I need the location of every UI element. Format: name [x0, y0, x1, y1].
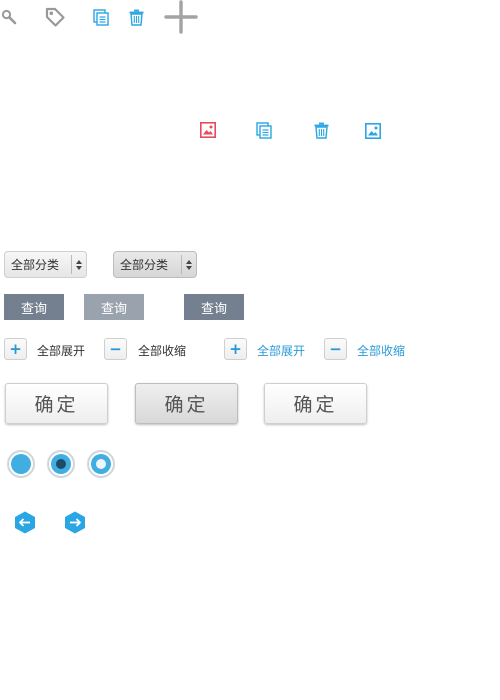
copy-icon[interactable] [92, 3, 110, 31]
copy-icon[interactable] [256, 122, 273, 139]
category-select-label: 全部分类 [120, 258, 169, 272]
category-select-active[interactable]: 全部分类 [113, 251, 197, 278]
confirm-button-pressed[interactable]: 确定 [135, 383, 238, 424]
arrow-left-icon[interactable] [14, 511, 36, 534]
expand-all-label[interactable]: 全部展开 [37, 342, 85, 359]
category-select[interactable]: 全部分类 [4, 251, 87, 278]
collapse-all-label-hover[interactable]: 全部收缩 [357, 342, 405, 359]
confirm-button-hover[interactable]: 确定 [264, 383, 367, 424]
query-button-pressed[interactable]: 查询 [184, 294, 244, 320]
chevron-updown-icon [72, 259, 86, 270]
query-button-hover[interactable]: 查询 [84, 294, 144, 320]
expand-all-button-hover[interactable]: + [224, 338, 247, 360]
chevron-updown-icon [182, 259, 196, 270]
query-button[interactable]: 查询 [4, 294, 64, 320]
category-select-label: 全部分类 [11, 258, 60, 272]
collapse-all-button-hover[interactable]: − [324, 338, 347, 360]
search-icon[interactable] [0, 3, 18, 31]
tag-icon[interactable] [43, 3, 67, 31]
collapse-all-label[interactable]: 全部收缩 [138, 342, 186, 359]
image-error-icon[interactable] [200, 122, 216, 138]
plus-icon[interactable] [163, 0, 199, 34]
radio-selected-light[interactable] [87, 450, 115, 478]
expand-all-label-hover[interactable]: 全部展开 [257, 342, 305, 359]
arrow-right-icon[interactable] [64, 511, 86, 534]
radio-selected-dark[interactable] [47, 450, 75, 478]
image-icon[interactable] [365, 123, 381, 139]
trash-icon[interactable] [314, 122, 329, 139]
expand-all-button[interactable]: + [4, 338, 27, 360]
confirm-button[interactable]: 确定 [5, 383, 108, 424]
radio-unselected[interactable] [7, 450, 35, 478]
trash-icon[interactable] [128, 3, 144, 31]
collapse-all-button[interactable]: − [104, 338, 127, 360]
